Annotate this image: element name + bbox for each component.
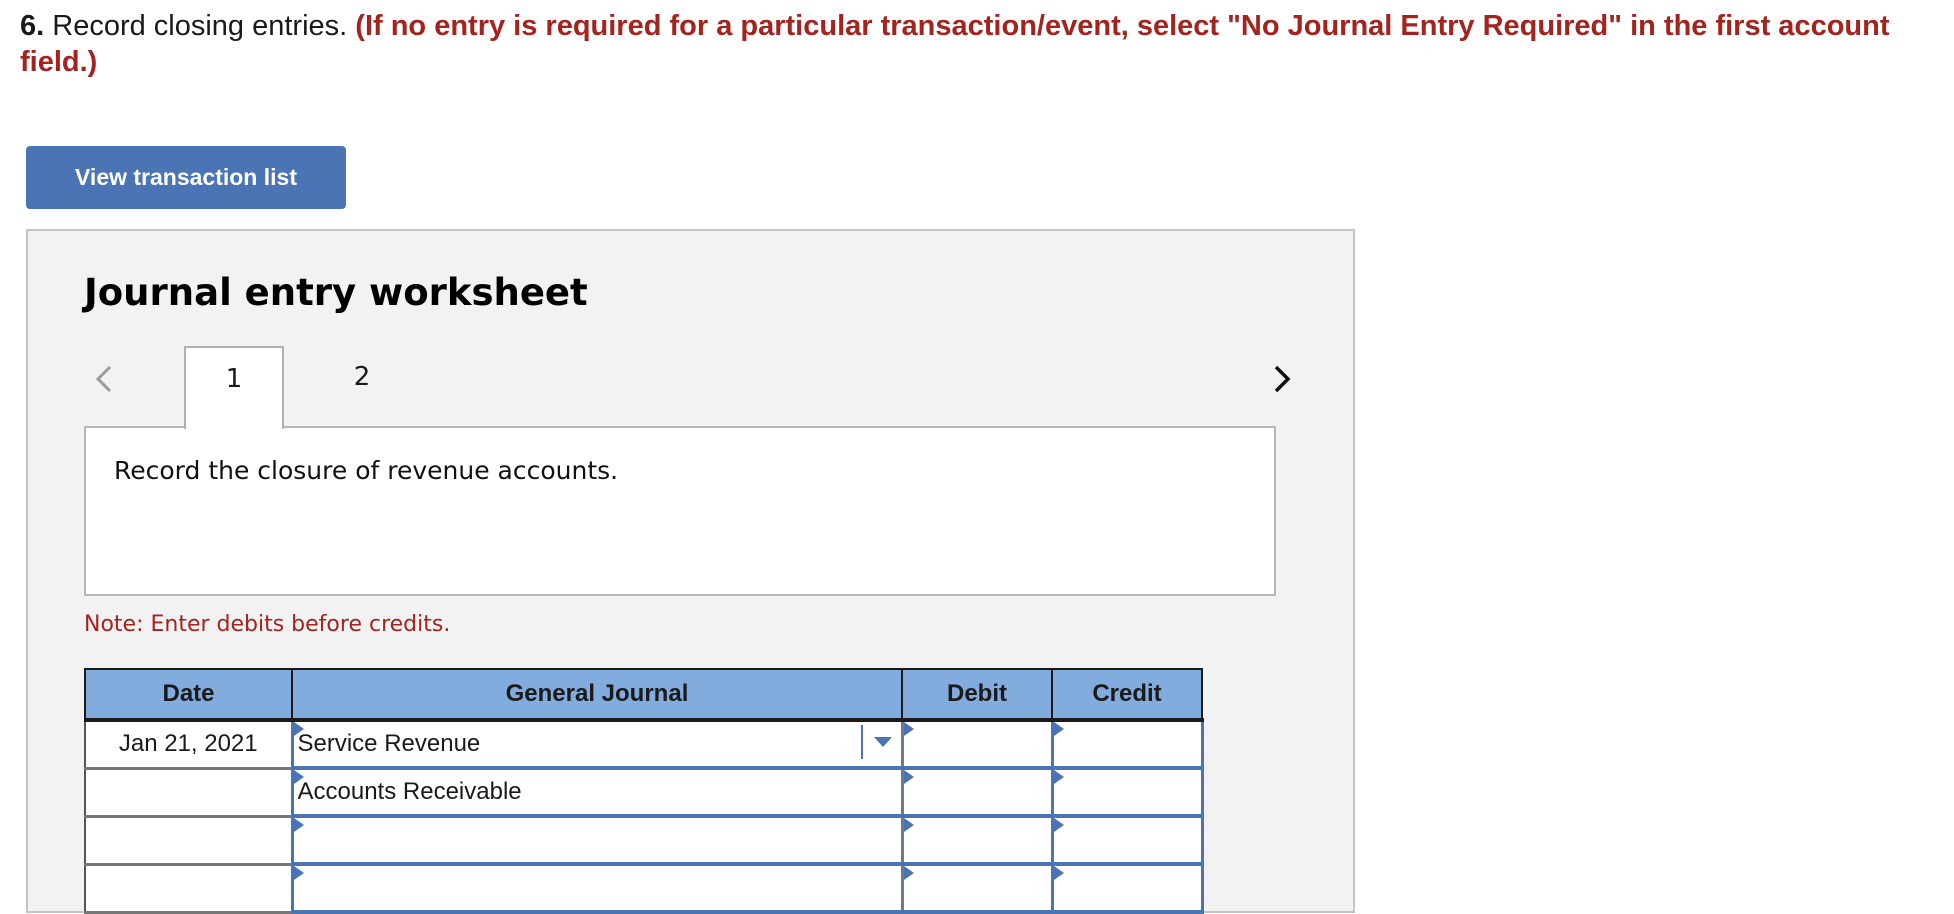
account-cell[interactable] xyxy=(290,862,904,914)
tab-1[interactable]: 1 xyxy=(184,346,284,429)
header-credit: Credit xyxy=(1051,668,1203,722)
credit-cell[interactable] xyxy=(1050,718,1204,770)
account-dropdown-button[interactable] xyxy=(860,725,901,759)
credit-cell[interactable] xyxy=(1050,766,1204,818)
table-row: Jan 21, 2021 xyxy=(84,718,1204,770)
table-row xyxy=(84,862,1204,914)
account-select[interactable] xyxy=(293,770,901,814)
header-general-journal: General Journal xyxy=(291,668,903,722)
debit-input[interactable] xyxy=(903,866,1051,910)
credit-input[interactable] xyxy=(1053,770,1201,814)
account-cell[interactable] xyxy=(290,718,904,770)
cell-marker-icon xyxy=(293,866,304,880)
view-transaction-list-button[interactable]: View transaction list xyxy=(26,146,346,209)
entry-description-box: Record the closure of revenue accounts. xyxy=(84,426,1276,596)
table-header-row: Date General Journal Debit Credit xyxy=(84,668,1203,722)
credit-cell[interactable] xyxy=(1050,862,1204,914)
table-row xyxy=(84,814,1204,866)
entry-description: Record the closure of revenue accounts. xyxy=(114,456,619,485)
credit-input[interactable] xyxy=(1053,722,1201,766)
cell-marker-icon xyxy=(293,770,304,784)
cell-marker-icon xyxy=(293,722,304,736)
debit-cell[interactable] xyxy=(900,814,1054,866)
entry-note: Note: Enter debits before credits. xyxy=(84,612,451,637)
question-number: 6. xyxy=(20,10,45,42)
credit-input[interactable] xyxy=(1053,866,1201,910)
account-select[interactable] xyxy=(293,866,901,910)
tab-2[interactable]: 2 xyxy=(312,346,412,427)
question-prompt: 6. Record closing entries. (If no entry … xyxy=(20,8,1920,80)
debit-cell[interactable] xyxy=(900,766,1054,818)
account-cell[interactable] xyxy=(290,766,904,818)
chevron-left-icon[interactable] xyxy=(90,359,120,399)
debit-cell[interactable] xyxy=(900,862,1054,914)
chevron-right-icon[interactable] xyxy=(1266,359,1296,399)
cell-marker-icon xyxy=(1053,866,1064,880)
date-cell xyxy=(84,864,293,914)
question-text: Record closing entries. xyxy=(44,10,356,42)
credit-input[interactable] xyxy=(1053,818,1201,862)
account-select[interactable] xyxy=(293,722,861,766)
header-debit: Debit xyxy=(901,668,1053,722)
header-date: Date xyxy=(84,668,293,722)
credit-cell[interactable] xyxy=(1050,814,1204,866)
journal-entry-worksheet-panel: Journal entry worksheet 1 2 Record the c… xyxy=(26,229,1355,914)
cell-marker-icon xyxy=(293,818,304,832)
account-cell[interactable] xyxy=(290,814,904,866)
cell-marker-icon xyxy=(903,722,914,736)
cell-marker-icon xyxy=(1053,818,1064,832)
debit-input[interactable] xyxy=(903,818,1051,862)
caret-down-icon xyxy=(873,737,892,747)
worksheet-title: Journal entry worksheet xyxy=(84,271,588,314)
account-select[interactable] xyxy=(293,818,901,862)
debit-input[interactable] xyxy=(903,770,1051,814)
date-cell: Jan 21, 2021 xyxy=(84,720,293,770)
cell-marker-icon xyxy=(903,866,914,880)
general-journal-table: Date General Journal Debit Credit Jan 21… xyxy=(84,668,1204,914)
debit-input[interactable] xyxy=(903,722,1051,766)
table-row xyxy=(84,766,1204,818)
cell-marker-icon xyxy=(903,818,914,832)
debit-cell[interactable] xyxy=(900,718,1054,770)
cell-marker-icon xyxy=(903,770,914,784)
cell-marker-icon xyxy=(1053,722,1064,736)
cell-marker-icon xyxy=(1053,770,1064,784)
date-cell xyxy=(84,816,293,866)
date-cell xyxy=(84,768,293,818)
